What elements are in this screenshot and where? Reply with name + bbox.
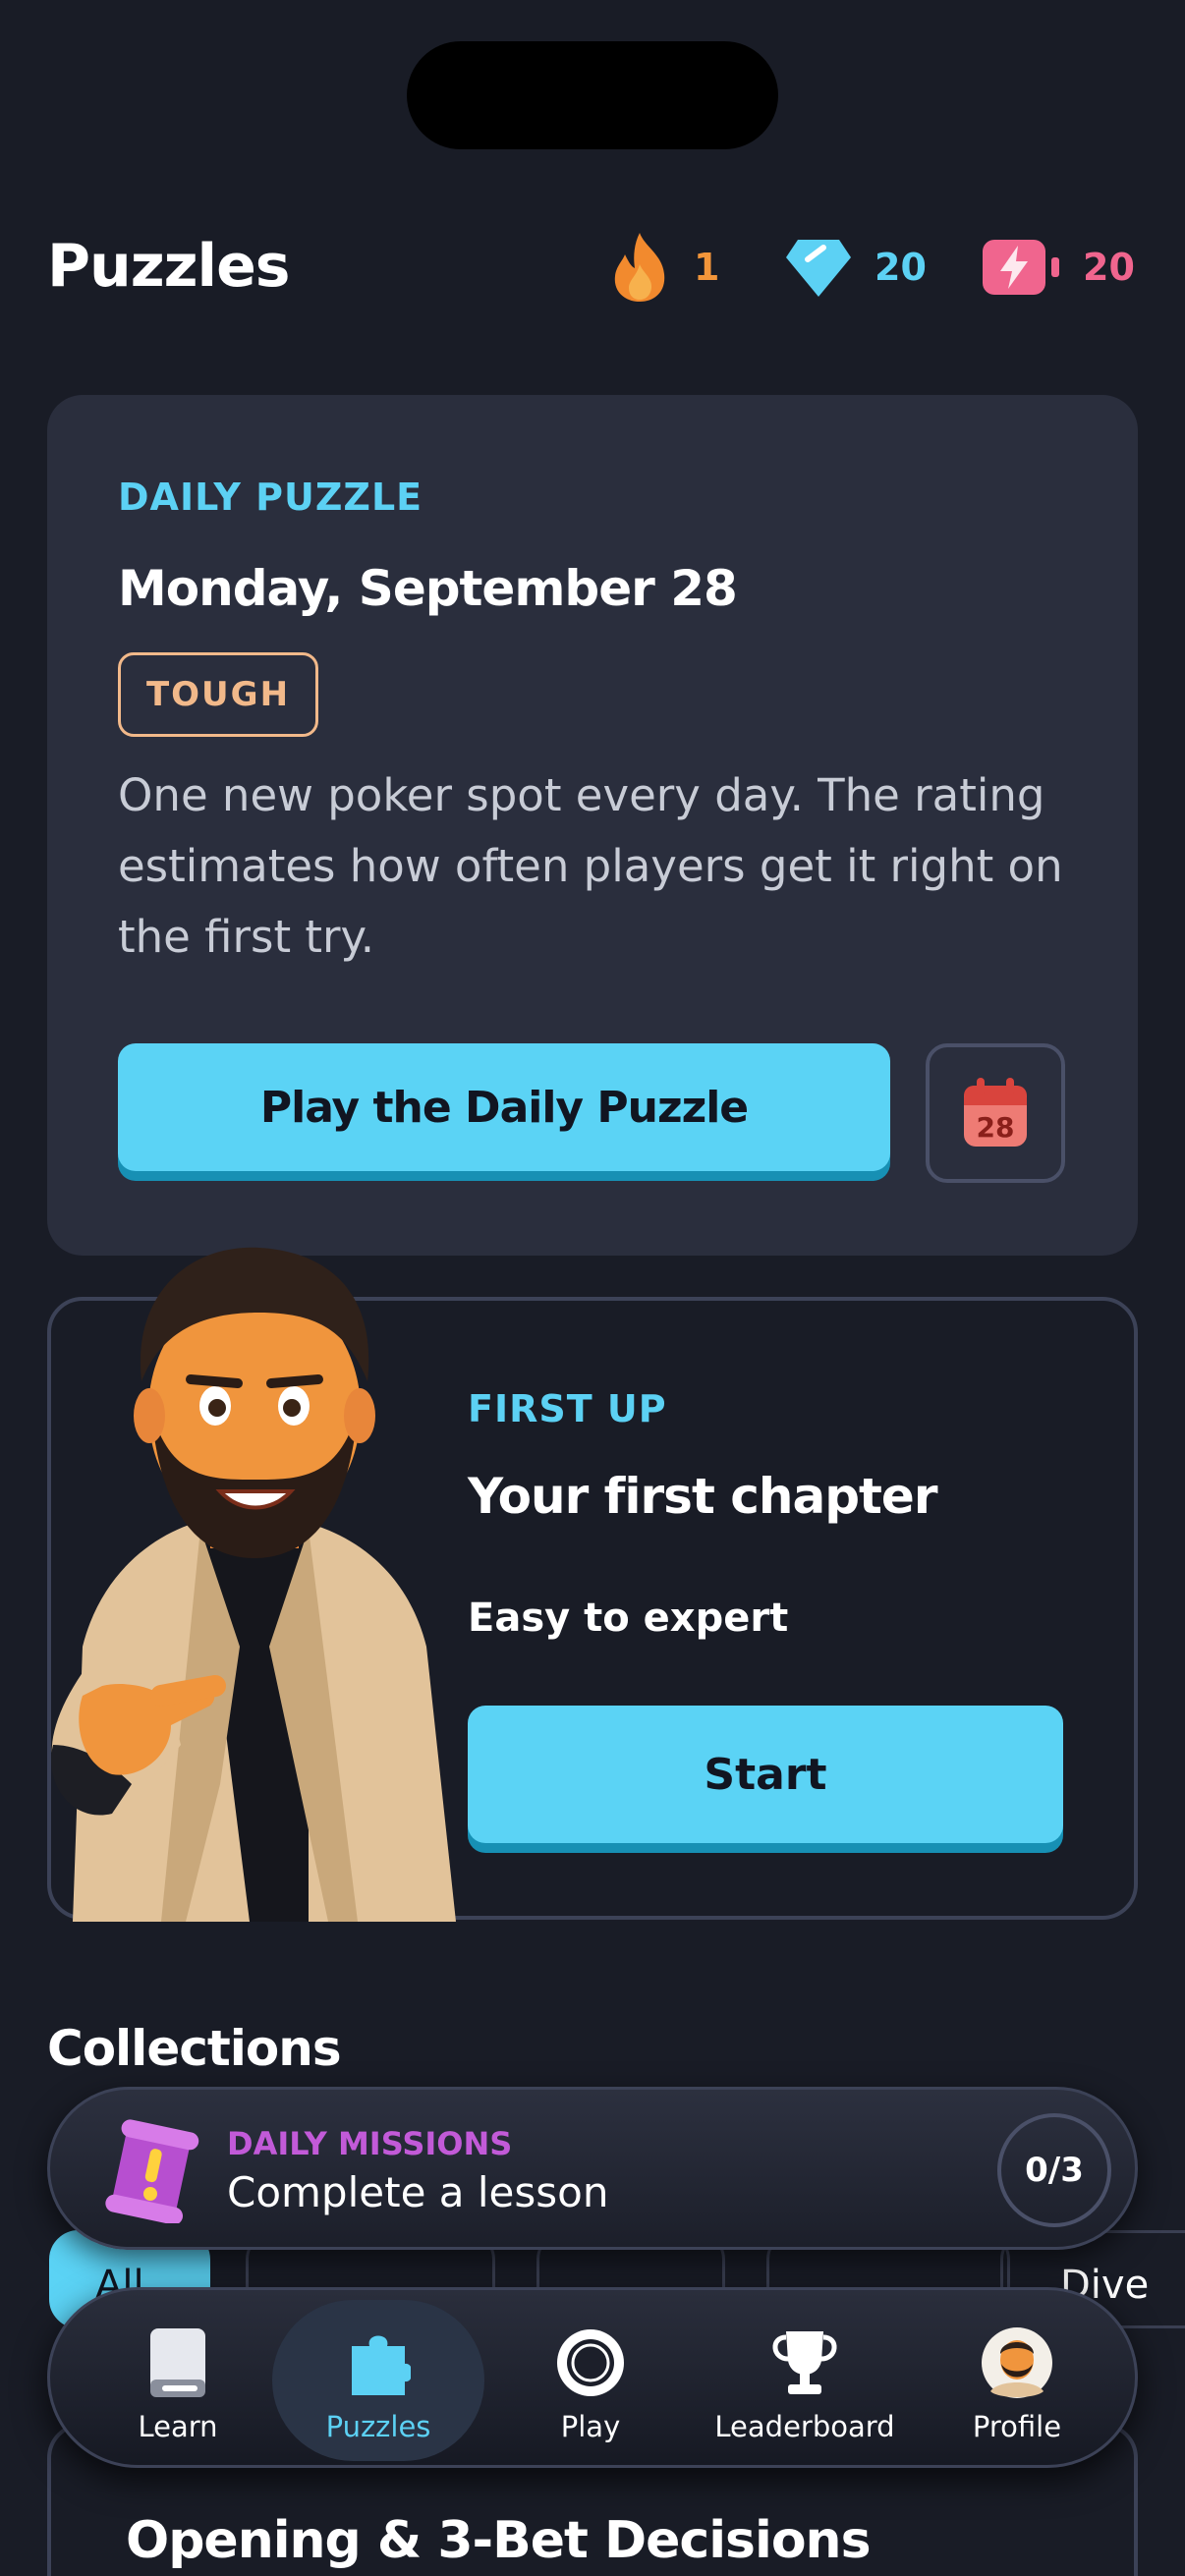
page-title: Puzzles bbox=[47, 232, 291, 301]
tab-profile[interactable]: Profile bbox=[911, 2300, 1123, 2461]
daily-puzzle-kicker: DAILY PUZZLE bbox=[118, 476, 423, 519]
bottom-tab-bar: Learn Puzzles Play Leaderboard Profile bbox=[47, 2287, 1138, 2468]
gem-icon bbox=[786, 240, 851, 297]
daily-puzzle-card: DAILY PUZZLE Monday, September 28 TOUGH … bbox=[47, 395, 1138, 1256]
calendar-day: 28 bbox=[977, 1111, 1015, 1144]
tab-puzzles[interactable]: Puzzles bbox=[272, 2300, 484, 2461]
first-up-subtitle: Easy to expert bbox=[468, 1596, 789, 1641]
tab-label: Leaderboard bbox=[714, 2410, 895, 2443]
tab-leaderboard[interactable]: Leaderboard bbox=[699, 2300, 911, 2461]
gems-stat[interactable]: 20 bbox=[784, 228, 927, 307]
daily-missions-banner[interactable]: DAILY MISSIONS Complete a lesson 0/3 bbox=[47, 2087, 1138, 2250]
energy-count: 20 bbox=[1083, 246, 1135, 289]
mission-progress-ring: 0/3 bbox=[997, 2113, 1111, 2227]
streak-count: 1 bbox=[694, 246, 720, 289]
energy-stat[interactable]: 20 bbox=[981, 228, 1135, 307]
start-button[interactable]: Start bbox=[468, 1706, 1063, 1843]
daily-missions-text: Complete a lesson bbox=[227, 2168, 609, 2216]
poker-chip-icon bbox=[553, 2325, 628, 2400]
battery-bolt-icon bbox=[983, 240, 1059, 295]
tab-label: Puzzles bbox=[325, 2410, 431, 2443]
tab-label: Learn bbox=[138, 2410, 218, 2443]
tab-label: Play bbox=[560, 2410, 621, 2443]
first-up-kicker: FIRST UP bbox=[468, 1387, 667, 1430]
daily-missions-kicker: DAILY MISSIONS bbox=[227, 2125, 513, 2162]
difficulty-badge: TOUGH bbox=[118, 652, 318, 737]
tab-label: Profile bbox=[972, 2410, 1062, 2443]
daily-puzzle-description: One new poker spot every day. The rating… bbox=[118, 769, 1063, 963]
collection-title: Opening & 3-Bet Decisions bbox=[126, 2511, 872, 2570]
mascot-illustration bbox=[51, 1247, 456, 1922]
streak-stat[interactable]: 1 bbox=[607, 228, 719, 307]
trophy-icon bbox=[767, 2325, 842, 2400]
play-daily-puzzle-button[interactable]: Play the Daily Puzzle bbox=[118, 1043, 890, 1171]
gems-count: 20 bbox=[875, 246, 927, 289]
puzzle-icon bbox=[341, 2325, 416, 2400]
dynamic-island bbox=[407, 41, 778, 149]
collections-heading: Collections bbox=[47, 2020, 342, 2077]
calendar-icon: 28 bbox=[964, 1078, 1027, 1147]
book-icon bbox=[141, 2325, 215, 2400]
daily-puzzle-date: Monday, September 28 bbox=[118, 560, 738, 617]
tab-learn[interactable]: Learn bbox=[72, 2300, 284, 2461]
scroll-icon bbox=[105, 2119, 199, 2223]
first-up-title: Your first chapter bbox=[468, 1468, 937, 1525]
tab-play[interactable]: Play bbox=[484, 2300, 697, 2461]
avatar bbox=[980, 2325, 1054, 2400]
calendar-button[interactable]: 28 bbox=[926, 1043, 1065, 1183]
fire-icon bbox=[614, 233, 665, 302]
